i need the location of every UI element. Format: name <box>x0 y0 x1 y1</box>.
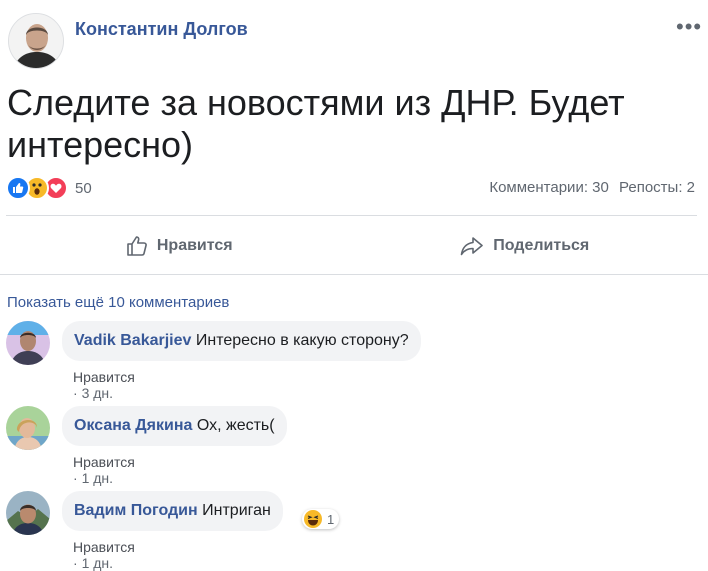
comment-time[interactable]: 1 дн. <box>82 470 113 486</box>
show-more-comments-link[interactable]: Показать ещё 10 комментариев <box>7 294 229 311</box>
share-button[interactable]: Поделиться <box>352 226 698 266</box>
reaction-count: 50 <box>75 179 92 197</box>
comment-bubble: Оксана Дякина Ох, жесть( <box>62 406 287 446</box>
post-stats: Комментарии: 30 Репосты: 2 <box>483 179 695 196</box>
commenter-avatar[interactable] <box>6 321 50 365</box>
comment-bubble: Vadik Bakarjiev Интересно в какую сторон… <box>62 321 421 361</box>
comment-meta: Нравится · 1 дн. <box>73 539 135 571</box>
comment-like-link[interactable]: Нравится <box>73 369 135 385</box>
comment-like-link[interactable]: Нравится <box>73 539 135 555</box>
thumbs-up-icon <box>127 236 147 256</box>
like-reaction-icon <box>6 176 30 200</box>
post-text: Следите за новостями из ДНР. Будет интер… <box>7 82 625 165</box>
author-avatar[interactable] <box>8 13 64 69</box>
comment-reaction-count: 1 <box>327 511 335 527</box>
like-button[interactable]: Нравится <box>6 226 352 266</box>
comment-text: Ох, жесть( <box>196 417 275 434</box>
shares-count[interactable]: Репосты: 2 <box>619 179 695 196</box>
like-button-label: Нравится <box>156 237 233 254</box>
haha-reaction-icon <box>304 510 322 528</box>
comment-time[interactable]: 3 дн. <box>82 385 113 401</box>
comment-reaction-badge[interactable]: 1 <box>302 509 340 529</box>
comment-meta: Нравится · 1 дн. <box>73 454 135 486</box>
post-author-name[interactable]: Константин Долгов <box>75 19 248 40</box>
post-actions: Нравится Поделиться <box>6 226 697 266</box>
commenter-name[interactable]: Vadik Bakarjiev <box>74 332 191 349</box>
reactions-summary[interactable]: 50 <box>6 176 92 200</box>
share-button-label: Поделиться <box>493 237 590 254</box>
meta-separator: · <box>73 470 82 486</box>
commenter-avatar[interactable] <box>6 491 50 535</box>
comment-like-link[interactable]: Нравится <box>73 454 135 470</box>
commenter-avatar[interactable] <box>6 406 50 450</box>
commenter-name[interactable]: Вадим Погодин <box>74 502 198 519</box>
comment-bubble: Вадим Погодин Интриган <box>62 491 283 531</box>
comment-text: Интересно в какую сторону? <box>195 332 409 349</box>
divider <box>0 274 708 275</box>
divider <box>6 215 697 216</box>
commenter-name[interactable]: Оксана Дякина <box>74 417 192 434</box>
comments-count[interactable]: Комментарии: 30 <box>489 179 609 196</box>
more-icon[interactable]: ••• <box>676 14 702 40</box>
share-arrow-icon <box>460 237 484 256</box>
comment-meta: Нравится · 3 дн. <box>73 369 135 401</box>
comment-text: Интриган <box>202 502 271 519</box>
meta-separator: · <box>73 385 82 401</box>
